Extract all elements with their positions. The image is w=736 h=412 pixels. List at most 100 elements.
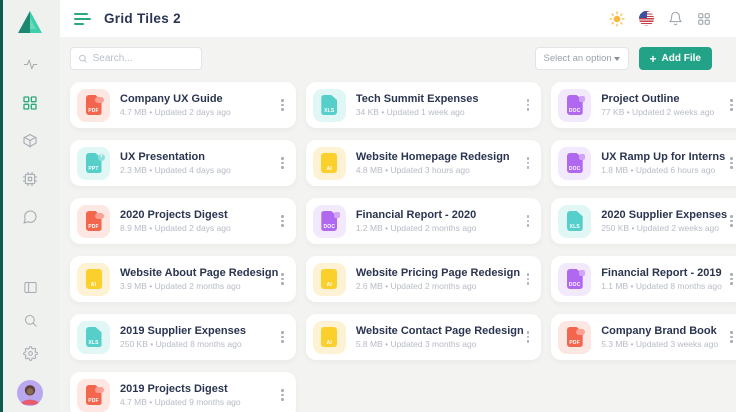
select-value: Select an option — [544, 53, 612, 64]
add-file-label: Add File — [662, 53, 701, 64]
sun-icon[interactable] — [609, 11, 625, 27]
search-input[interactable] — [93, 53, 194, 64]
search-box[interactable] — [70, 47, 202, 70]
hamburger-menu-icon[interactable] — [74, 13, 92, 25]
kebab-menu-icon[interactable] — [278, 153, 287, 173]
file-name: Financial Report - 2019 — [601, 267, 722, 279]
file-name: Website About Page Redesign — [120, 267, 278, 279]
triangle-logo-icon — [17, 10, 43, 34]
file-text: Website Pricing Page Redesign 2.6 MB • U… — [356, 267, 520, 292]
file-card[interactable]: XLS Tech Summit Expenses 34 KB • Updated… — [306, 82, 541, 128]
kebab-menu-icon[interactable] — [278, 385, 287, 405]
top-header: Grid Tiles 2 — [60, 0, 736, 37]
file-text: 2020 Supplier Expenses 250 KB • Updated … — [601, 209, 727, 234]
file-card[interactable]: DOC UX Ramp Up for Interns 1.8 MB • Upda… — [551, 140, 736, 186]
file-type-icon: AI — [313, 147, 346, 180]
file-name: Website Pricing Page Redesign — [356, 267, 520, 279]
bell-icon[interactable] — [667, 11, 683, 27]
kebab-menu-icon[interactable] — [524, 95, 533, 115]
file-text: Company Brand Book 5.3 MB • Updated 3 we… — [601, 325, 718, 350]
file-text: Company UX Guide 4.7 MB • Updated 2 days… — [120, 93, 231, 118]
kebab-menu-icon[interactable] — [727, 211, 736, 231]
file-type-icon: DOC — [558, 263, 591, 296]
kebab-menu-icon[interactable] — [278, 95, 287, 115]
file-type-label: AI — [86, 282, 102, 288]
file-meta: 4.7 MB • Updated 2 days ago — [120, 107, 231, 117]
file-card[interactable]: XLS 2019 Supplier Expenses 250 KB • Upda… — [70, 314, 296, 360]
kebab-menu-icon[interactable] — [278, 269, 287, 289]
us-flag-icon[interactable] — [638, 11, 654, 27]
file-badge-decoration-icon — [95, 97, 104, 103]
file-type-select[interactable]: Select an option — [535, 47, 629, 70]
kebab-menu-icon[interactable] — [524, 153, 533, 173]
kebab-menu-icon[interactable] — [278, 211, 287, 231]
file-card[interactable]: AI Website Contact Page Redesign 5.8 MB … — [306, 314, 541, 360]
file-badge-decoration-icon — [95, 387, 104, 393]
user-avatar[interactable] — [17, 380, 43, 406]
file-type-icon: AI — [77, 263, 110, 296]
cpu-icon — [22, 171, 38, 192]
sidebar-item-packages[interactable] — [18, 134, 42, 152]
file-type-icon: AI — [313, 263, 346, 296]
file-meta: 4.8 MB • Updated 3 hours ago — [356, 165, 510, 175]
file-type-icon: XLS — [313, 89, 346, 122]
file-text: UX Ramp Up for Interns 1.8 MB • Updated … — [601, 151, 725, 176]
file-glyph-icon: XLS — [86, 327, 102, 347]
kebab-menu-icon[interactable] — [278, 327, 287, 347]
file-type-label: DOC — [567, 282, 583, 288]
file-type-label: AI — [321, 340, 337, 346]
file-card[interactable]: AI Website About Page Redesign 3.9 MB • … — [70, 256, 296, 302]
file-type-icon: PDF — [558, 321, 591, 354]
sidebar-item-panels[interactable] — [18, 281, 42, 299]
sidebar-item-grid-tiles[interactable] — [18, 96, 42, 114]
app-logo[interactable] — [17, 10, 43, 34]
file-card[interactable]: PDF Company Brand Book 5.3 MB • Updated … — [551, 314, 736, 360]
file-badge-decoration-icon — [98, 154, 105, 161]
sidebar-item-search[interactable] — [18, 314, 42, 332]
kebab-menu-icon[interactable] — [524, 269, 533, 289]
file-text: Website Contact Page Redesign 5.8 MB • U… — [356, 325, 524, 350]
sidebar-item-settings[interactable] — [18, 347, 42, 365]
file-text: UX Presentation 2.3 MB • Updated 4 days … — [120, 151, 231, 176]
file-card[interactable]: PDF 2019 Projects Digest 4.7 MB • Update… — [70, 372, 296, 412]
file-card[interactable]: PDF 2020 Projects Digest 8.9 MB • Update… — [70, 198, 296, 244]
file-type-label: XLS — [567, 224, 583, 230]
file-type-label: PDF — [567, 340, 583, 346]
file-card[interactable]: PDF Company UX Guide 4.7 MB • Updated 2 … — [70, 82, 296, 128]
file-card[interactable]: DOC Financial Report - 2020 1.2 MB • Upd… — [306, 198, 541, 244]
kebab-menu-icon[interactable] — [524, 211, 533, 231]
file-name: UX Presentation — [120, 151, 231, 163]
file-card[interactable]: PPT UX Presentation 2.3 MB • Updated 4 d… — [70, 140, 296, 186]
file-type-label: PDF — [86, 224, 102, 230]
file-text: Website About Page Redesign 3.9 MB • Upd… — [120, 267, 278, 292]
kebab-menu-icon[interactable] — [727, 153, 736, 173]
file-type-label: XLS — [86, 340, 102, 346]
kebab-menu-icon[interactable] — [727, 327, 736, 347]
avatar-person-icon — [17, 380, 43, 406]
sidebar-item-system[interactable] — [18, 172, 42, 190]
sidebar-item-messages[interactable] — [18, 210, 42, 228]
file-card[interactable]: DOC Project Outline 77 KB • Updated 2 we… — [551, 82, 736, 128]
file-card[interactable]: AI Website Homepage Redesign 4.8 MB • Up… — [306, 140, 541, 186]
file-name: 2020 Supplier Expenses — [601, 209, 727, 221]
file-name: Project Outline — [601, 93, 714, 105]
file-glyph-icon: AI — [321, 269, 337, 289]
search-icon — [23, 313, 38, 333]
kebab-menu-icon[interactable] — [524, 327, 533, 347]
cube-icon — [22, 132, 38, 154]
file-text: Tech Summit Expenses 34 KB • Updated 1 w… — [356, 93, 479, 118]
file-card[interactable]: DOC Financial Report - 2019 1.1 MB • Upd… — [551, 256, 736, 302]
file-type-label: DOC — [567, 166, 583, 172]
apps-grid-icon[interactable] — [696, 11, 712, 27]
file-badge-decoration-icon — [95, 213, 104, 219]
file-card[interactable]: XLS 2020 Supplier Expenses 250 KB • Upda… — [551, 198, 736, 244]
file-card[interactable]: AI Website Pricing Page Redesign 2.6 MB … — [306, 256, 541, 302]
file-meta: 1.1 MB • Updated 8 months ago — [601, 281, 722, 291]
sidebar-item-activity[interactable] — [18, 58, 42, 76]
file-meta: 5.3 MB • Updated 3 weeks ago — [601, 339, 718, 349]
add-file-button[interactable]: + Add File — [639, 47, 712, 70]
file-badge-decoration-icon — [579, 270, 585, 276]
file-meta: 1.8 MB • Updated 6 hours ago — [601, 165, 725, 175]
kebab-menu-icon[interactable] — [727, 269, 736, 289]
kebab-menu-icon[interactable] — [727, 95, 736, 115]
